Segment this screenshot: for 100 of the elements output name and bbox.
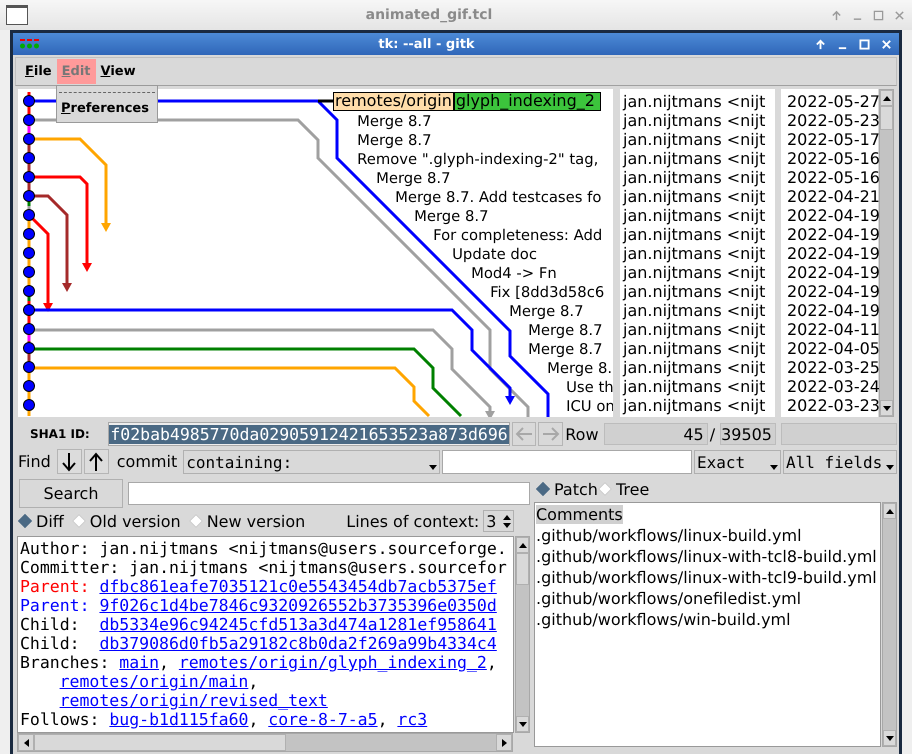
commit-author: jan.nijtmans <nijt — [623, 320, 766, 339]
detail-text: Author: jan.nijtmans <nijtmans@users.sourceforge. — [20, 539, 507, 558]
commit-subject[interactable]: Merge 8.7 — [528, 341, 603, 358]
left-arrow-icon — [514, 426, 534, 442]
context-spinbox[interactable]: 3 — [483, 510, 514, 532]
detail-text: , — [378, 710, 388, 729]
commit-subject[interactable]: Use th — [566, 379, 613, 396]
commit-link[interactable]: db5334e96c94245cfd513a3d474a1281ef958641 — [99, 615, 497, 634]
commit-date: 2022-03-24 — [787, 377, 880, 396]
commit-date: 2022-04-19 — [787, 225, 880, 244]
radio-button[interactable]: Diff — [18, 512, 64, 530]
commit-dot[interactable] — [23, 228, 35, 240]
commit-link[interactable]: main — [119, 653, 160, 672]
commit-dot[interactable] — [23, 114, 35, 126]
list-entry[interactable]: Comments — [536, 505, 623, 524]
row-total: 39505 — [720, 423, 776, 445]
find-field[interactable] — [442, 450, 692, 474]
commit-date: 2022-05-23 — [787, 111, 880, 130]
menu-item[interactable]: View — [96, 59, 141, 84]
find-mode-dropdown[interactable]: containing: — [183, 450, 440, 474]
list-entry[interactable]: .github/workflows/linux-build.yml — [536, 526, 802, 545]
commit-author: jan.nijtmans <nijt — [623, 130, 766, 149]
radio-button[interactable]: New version — [188, 512, 306, 530]
commit-link[interactable]: remotes/origin/main — [60, 672, 248, 691]
match-dropdown[interactable]: Exact — [694, 450, 781, 474]
search-field[interactable] — [128, 482, 530, 505]
branch-label[interactable]: remotes/origin — [333, 92, 454, 111]
commit-link[interactable]: db379086d0fb5a29182c8b0da2f269a99b4334c4 — [99, 634, 497, 653]
commit-link[interactable]: rc3 — [397, 710, 428, 729]
commit-author: jan.nijtmans <nijt — [623, 396, 766, 415]
commit-link[interactable]: bug-b1d115fa60 — [109, 710, 248, 729]
commit-dot[interactable] — [23, 304, 35, 316]
radio-button[interactable]: Patch — [536, 480, 598, 498]
detail-text: , — [248, 672, 258, 691]
radio-button[interactable]: Tree — [598, 480, 650, 498]
commit-subject[interactable]: Merge 8. — [547, 360, 612, 377]
sha1-field[interactable]: f02bab4985770da02905912421653523a873d696 — [108, 422, 510, 446]
commit-dot[interactable] — [23, 361, 35, 373]
commit-author: jan.nijtmans <nijt — [623, 92, 766, 111]
commit-link[interactable]: dfbc861eafe7035121c0e5543454db7acb5375ef — [99, 577, 497, 596]
right-arrow-icon — [540, 426, 561, 442]
commit-author: jan.nijtmans <nijt — [623, 377, 766, 396]
commit-dot[interactable] — [23, 323, 35, 335]
commit-dot[interactable] — [23, 342, 35, 354]
commit-author: jan.nijtmans <nijt — [623, 168, 766, 187]
commit-date: 2022-04-05 — [787, 339, 880, 358]
commit-subject[interactable]: Merge 8.7 — [509, 303, 584, 320]
commit-author: jan.nijtmans <nijt — [623, 263, 766, 282]
detail-text: Follows: — [20, 710, 100, 729]
commit-dot[interactable] — [23, 399, 35, 411]
commit-subject[interactable]: Merge 8.7 — [357, 132, 432, 149]
commit-dot[interactable] — [23, 171, 35, 183]
commit-author: jan.nijtmans <nijt — [623, 358, 766, 377]
commit-subject[interactable]: Remove ".glyph-indexing-2" tag, — [357, 151, 598, 168]
list-entry[interactable]: .github/workflows/win-build.yml — [536, 610, 791, 629]
commit-subject[interactable]: Merge 8.7 — [528, 322, 603, 339]
commit-dot[interactable] — [23, 190, 35, 202]
find-type-label: commit — [116, 452, 178, 471]
commit-dot[interactable] — [23, 209, 35, 221]
commit-subject[interactable]: Merge 8.7 — [414, 208, 489, 225]
vertical-scrollbar[interactable] — [879, 89, 894, 417]
list-entry[interactable]: .github/workflows/onefiledist.yml — [536, 589, 802, 608]
commit-link[interactable]: 9f026c1d4be7846c9320926552b3735396e0350d — [99, 596, 497, 615]
commit-subject[interactable]: For completeness: Add — [433, 227, 602, 244]
commit-subject[interactable]: Merge 8.7. Add testcases fo — [395, 189, 602, 206]
commit-subject[interactable]: Merge 8.7 — [357, 113, 432, 130]
commit-link[interactable]: remotes/origin/glyph_indexing_2 — [178, 653, 487, 672]
commit-link[interactable]: core-8-7-a5 — [268, 710, 378, 729]
branch-label[interactable]: glyph_indexing_2 — [454, 92, 601, 111]
commit-dot[interactable] — [23, 247, 35, 259]
commit-date: 2022-04-11 — [787, 320, 880, 339]
radio-button[interactable]: Old version — [72, 512, 181, 530]
commit-subject[interactable]: Mod4 -> Fn — [471, 265, 557, 282]
commit-link[interactable]: remotes/origin/revised_text — [60, 691, 328, 710]
list-entry[interactable]: .github/workflows/linux-with-tcl9-build.yml — [536, 568, 877, 587]
vertical-scrollbar[interactable] — [882, 502, 897, 747]
menu-item[interactable]: File — [20, 59, 57, 84]
vertical-scrollbar[interactable] — [515, 536, 530, 733]
find-next-button[interactable] — [56, 449, 82, 474]
search-button[interactable]: Search — [19, 479, 123, 508]
commit-dot[interactable] — [23, 285, 35, 297]
commit-subject[interactable]: Merge 8.7 — [376, 170, 451, 187]
sha1-label: SHA1 ID: — [29, 427, 91, 441]
find-previous-button[interactable] — [84, 449, 109, 474]
window-title: tk: --all - gitk — [377, 36, 476, 52]
commit-dot[interactable] — [23, 266, 35, 278]
commit-dot[interactable] — [23, 152, 35, 164]
up-arrow-icon — [88, 452, 104, 472]
commit-subject[interactable]: Update doc — [452, 246, 537, 263]
row-number: 45 — [604, 423, 708, 445]
find-label: Find — [18, 452, 51, 471]
commit-dot[interactable] — [23, 133, 35, 145]
menu-item[interactable]: Preferences — [57, 99, 157, 118]
fields-dropdown[interactable]: All fields — [782, 450, 897, 474]
commit-author: jan.nijtmans <nijt — [623, 301, 766, 320]
commit-dot[interactable] — [23, 380, 35, 392]
commit-dot[interactable] — [23, 95, 35, 107]
commit-subject[interactable]: Fix [8dd3d58c6 — [490, 284, 604, 301]
list-entry[interactable]: .github/workflows/linux-with-tcl8-build.yml — [536, 547, 877, 566]
horizontal-scrollbar[interactable] — [17, 733, 513, 752]
